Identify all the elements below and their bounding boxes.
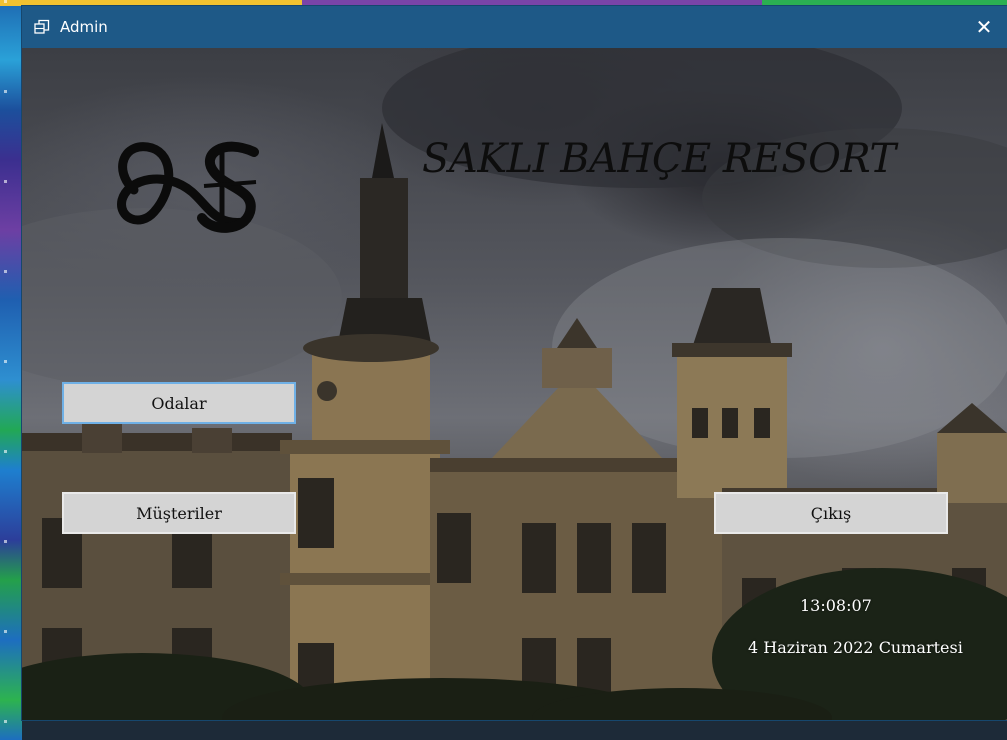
desktop-background-left: [0, 0, 22, 740]
resort-title: SAKLI BAHÇE RESORT: [422, 136, 896, 182]
window-restore-icon: [34, 19, 50, 34]
customers-button[interactable]: Müşteriler: [62, 492, 296, 534]
resort-logo: [117, 141, 259, 233]
main-panel: SAKLI BAHÇE RESORT Odalar Müşteriler Çık…: [22, 48, 1007, 720]
rooms-button[interactable]: Odalar: [62, 382, 296, 424]
admin-window: Admin ✕ SAKLI BAHÇE RESORT Odalar Müşter…: [22, 6, 1007, 720]
title-bar[interactable]: Admin ✕: [22, 6, 1007, 48]
close-button[interactable]: ✕: [961, 6, 1007, 48]
window-title: Admin: [60, 18, 108, 36]
exit-button[interactable]: Çıkış: [714, 492, 948, 534]
date-label: 4 Haziran 2022 Cumartesi: [748, 638, 963, 657]
clock-label: 13:08:07: [800, 596, 872, 615]
